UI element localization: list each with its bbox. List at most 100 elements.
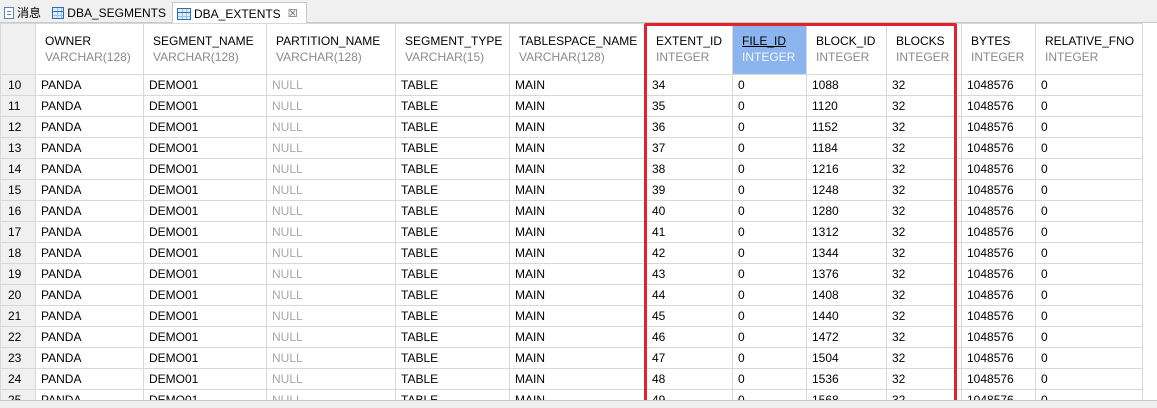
table-cell[interactable]: 0 <box>732 200 807 222</box>
table-cell[interactable]: 32 <box>886 221 962 243</box>
table-row[interactable]: 17 PANDA DEMO01 NULL TABLE MAIN 41 0 1312 32 10485… <box>0 221 1143 243</box>
table-cell[interactable]: 1568 <box>806 389 887 400</box>
table-cell[interactable]: 32 <box>886 74 962 96</box>
table-cell[interactable]: 44 <box>646 284 733 306</box>
table-cell[interactable]: MAIN <box>509 221 647 243</box>
table-cell[interactable]: DEMO01 <box>143 95 267 117</box>
table-cell[interactable]: 1048576 <box>961 389 1036 400</box>
table-row[interactable]: 18 PANDA DEMO01 NULL TABLE MAIN 42 0 1344 32 10485… <box>0 242 1143 264</box>
table-cell[interactable]: 1048576 <box>961 158 1036 180</box>
table-cell[interactable]: PANDA <box>35 74 144 96</box>
table-cell[interactable]: NULL <box>266 368 396 390</box>
table-cell[interactable]: PANDA <box>35 284 144 306</box>
table-cell[interactable]: 1376 <box>806 263 887 285</box>
table-cell[interactable]: DEMO01 <box>143 242 267 264</box>
table-cell[interactable]: 1048576 <box>961 116 1036 138</box>
table-cell[interactable]: NULL <box>266 326 396 348</box>
row-number[interactable]: 19 <box>0 263 36 285</box>
table-cell[interactable]: 0 <box>732 158 807 180</box>
table-cell[interactable]: 40 <box>646 200 733 222</box>
table-row[interactable]: 23 PANDA DEMO01 NULL TABLE MAIN 47 0 1504 32 10485… <box>0 347 1143 369</box>
row-number[interactable]: 16 <box>0 200 36 222</box>
table-cell[interactable]: 32 <box>886 158 962 180</box>
table-cell[interactable]: MAIN <box>509 284 647 306</box>
column-header-blocks[interactable]: BLOCKS INTEGER <box>886 23 962 75</box>
table-cell[interactable]: 0 <box>1035 158 1143 180</box>
column-header-block-id[interactable]: BLOCK_ID INTEGER <box>806 23 887 75</box>
table-cell[interactable]: 37 <box>646 137 733 159</box>
table-cell[interactable]: 1048576 <box>961 95 1036 117</box>
table-cell[interactable]: 1048576 <box>961 137 1036 159</box>
table-cell[interactable]: DEMO01 <box>143 326 267 348</box>
table-cell[interactable]: MAIN <box>509 242 647 264</box>
table-cell[interactable]: 0 <box>1035 389 1143 400</box>
table-cell[interactable]: MAIN <box>509 116 647 138</box>
table-cell[interactable]: PANDA <box>35 242 144 264</box>
table-cell[interactable]: TABLE <box>395 263 510 285</box>
column-header-file-id[interactable]: FILE_ID INTEGER <box>732 23 807 75</box>
table-cell[interactable]: 0 <box>732 347 807 369</box>
table-row[interactable]: 25 PANDA DEMO01 NULL TABLE MAIN 49 0 1568 32 10485… <box>0 389 1143 400</box>
table-cell[interactable]: 32 <box>886 137 962 159</box>
table-cell[interactable]: 32 <box>886 179 962 201</box>
table-cell[interactable]: 1248 <box>806 179 887 201</box>
table-cell[interactable]: NULL <box>266 347 396 369</box>
table-cell[interactable]: TABLE <box>395 347 510 369</box>
table-row[interactable]: 24 PANDA DEMO01 NULL TABLE MAIN 48 0 1536 32 10485… <box>0 368 1143 390</box>
table-cell[interactable]: TABLE <box>395 368 510 390</box>
column-header-extent-id[interactable]: EXTENT_ID INTEGER <box>646 23 733 75</box>
table-cell[interactable]: NULL <box>266 116 396 138</box>
table-cell[interactable]: 32 <box>886 284 962 306</box>
row-number[interactable]: 15 <box>0 179 36 201</box>
table-cell[interactable]: 0 <box>1035 326 1143 348</box>
table-cell[interactable]: 0 <box>1035 284 1143 306</box>
row-number[interactable]: 21 <box>0 305 36 327</box>
table-cell[interactable]: TABLE <box>395 284 510 306</box>
table-cell[interactable]: 32 <box>886 116 962 138</box>
table-row[interactable]: 14 PANDA DEMO01 NULL TABLE MAIN 38 0 1216 32 10485… <box>0 158 1143 180</box>
table-cell[interactable]: 39 <box>646 179 733 201</box>
table-row[interactable]: 22 PANDA DEMO01 NULL TABLE MAIN 46 0 1472 32 10485… <box>0 326 1143 348</box>
row-number-header[interactable] <box>0 23 36 75</box>
table-cell[interactable]: 32 <box>886 389 962 400</box>
column-header-relative-fno[interactable]: RELATIVE_FNO INTEGER <box>1035 23 1143 75</box>
table-cell[interactable]: MAIN <box>509 263 647 285</box>
table-cell[interactable]: NULL <box>266 389 396 400</box>
table-cell[interactable]: 35 <box>646 95 733 117</box>
tab-dba-extents[interactable]: DBA_EXTENTS ☒ <box>172 2 307 24</box>
table-cell[interactable]: TABLE <box>395 242 510 264</box>
table-cell[interactable]: 1048576 <box>961 74 1036 96</box>
column-header-segment-name[interactable]: SEGMENT_NAME VARCHAR(128) <box>143 23 267 75</box>
table-cell[interactable]: 32 <box>886 305 962 327</box>
table-cell[interactable]: DEMO01 <box>143 74 267 96</box>
table-cell[interactable]: PANDA <box>35 137 144 159</box>
table-cell[interactable]: 0 <box>732 221 807 243</box>
row-number[interactable]: 11 <box>0 95 36 117</box>
table-cell[interactable]: 1312 <box>806 221 887 243</box>
table-cell[interactable]: 1048576 <box>961 347 1036 369</box>
column-header-owner[interactable]: OWNER VARCHAR(128) <box>35 23 144 75</box>
table-cell[interactable]: NULL <box>266 74 396 96</box>
table-cell[interactable]: MAIN <box>509 200 647 222</box>
table-cell[interactable]: 45 <box>646 305 733 327</box>
table-cell[interactable]: NULL <box>266 200 396 222</box>
table-cell[interactable]: DEMO01 <box>143 200 267 222</box>
table-cell[interactable]: DEMO01 <box>143 368 267 390</box>
table-cell[interactable]: PANDA <box>35 179 144 201</box>
table-cell[interactable]: 32 <box>886 242 962 264</box>
table-cell[interactable]: TABLE <box>395 326 510 348</box>
table-cell[interactable]: DEMO01 <box>143 221 267 243</box>
table-cell[interactable]: 0 <box>1035 221 1143 243</box>
table-row[interactable]: 10 PANDA DEMO01 NULL TABLE MAIN 34 0 1088 32 10485… <box>0 74 1143 96</box>
table-cell[interactable]: TABLE <box>395 137 510 159</box>
table-cell[interactable]: 0 <box>1035 368 1143 390</box>
table-cell[interactable]: 32 <box>886 200 962 222</box>
table-cell[interactable]: 1536 <box>806 368 887 390</box>
row-number[interactable]: 25 <box>0 389 36 400</box>
table-cell[interactable]: 1048576 <box>961 305 1036 327</box>
table-row[interactable]: 16 PANDA DEMO01 NULL TABLE MAIN 40 0 1280 32 10485… <box>0 200 1143 222</box>
table-cell[interactable]: 0 <box>732 116 807 138</box>
table-cell[interactable]: DEMO01 <box>143 179 267 201</box>
column-header-partition-name[interactable]: PARTITION_NAME VARCHAR(128) <box>266 23 396 75</box>
table-cell[interactable]: 0 <box>1035 305 1143 327</box>
